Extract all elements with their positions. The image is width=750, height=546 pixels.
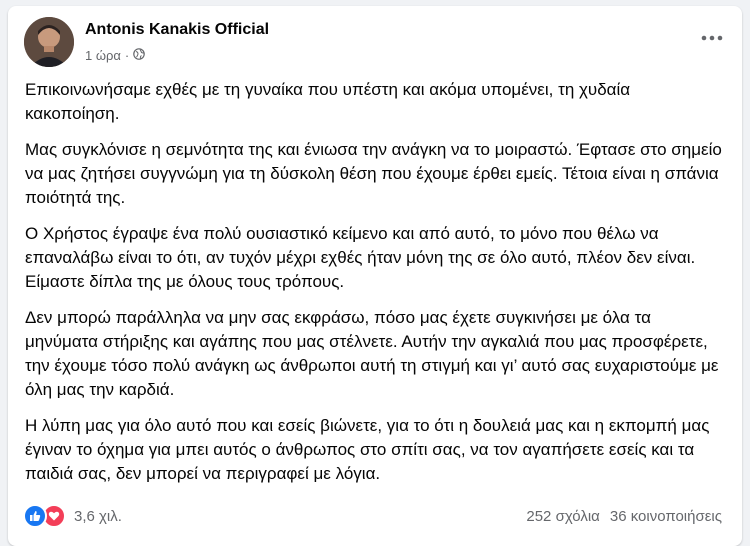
post-meta: 1 ώρα · [85,48,146,63]
post-paragraph: Μας συγκλόνισε η σεμνότητα της και ένιωσ… [25,140,722,207]
reaction-count[interactable]: 3,6 χιλ. [74,508,122,525]
post-footer: 3,6 χιλ. 252 σχόλια 36 κοινοποιήσεις [8,500,742,530]
author-name-link[interactable]: Antonis Kanakis Official [85,21,269,39]
reactions-summary[interactable]: 3,6 χιλ. [23,504,122,528]
post-paragraph: Η λύπη μας για όλο αυτό που και εσείς βι… [25,416,710,483]
more-horizontal-icon[interactable] [698,28,726,48]
like-icon [23,504,47,528]
post-body: Επικοινωνήσαμε εχθές με τη γυναίκα που υ… [25,78,725,498]
shares-count-link[interactable]: 36 κοινοποιήσεις [610,508,722,525]
post-time[interactable]: 1 ώρα [85,48,121,63]
post-paragraph: Ο Χρήστος έγραψε ένα πολύ ουσιαστικό κεί… [25,224,696,291]
post-card: Antonis Kanakis Official 1 ώρα · Επικοιν… [8,6,742,546]
post-paragraph: Επικοινωνήσαμε εχθές με τη γυναίκα που υ… [25,80,631,123]
post-stats: 252 σχόλια 36 κοινοποιήσεις [526,508,722,525]
globe-icon[interactable] [133,48,146,63]
post-paragraph: Δεν μπορώ παράλληλα να μην σας εκφράσω, … [25,308,719,399]
comments-count-link[interactable]: 252 σχόλια [526,508,599,525]
meta-separator: · [124,48,130,63]
avatar[interactable] [24,17,74,67]
